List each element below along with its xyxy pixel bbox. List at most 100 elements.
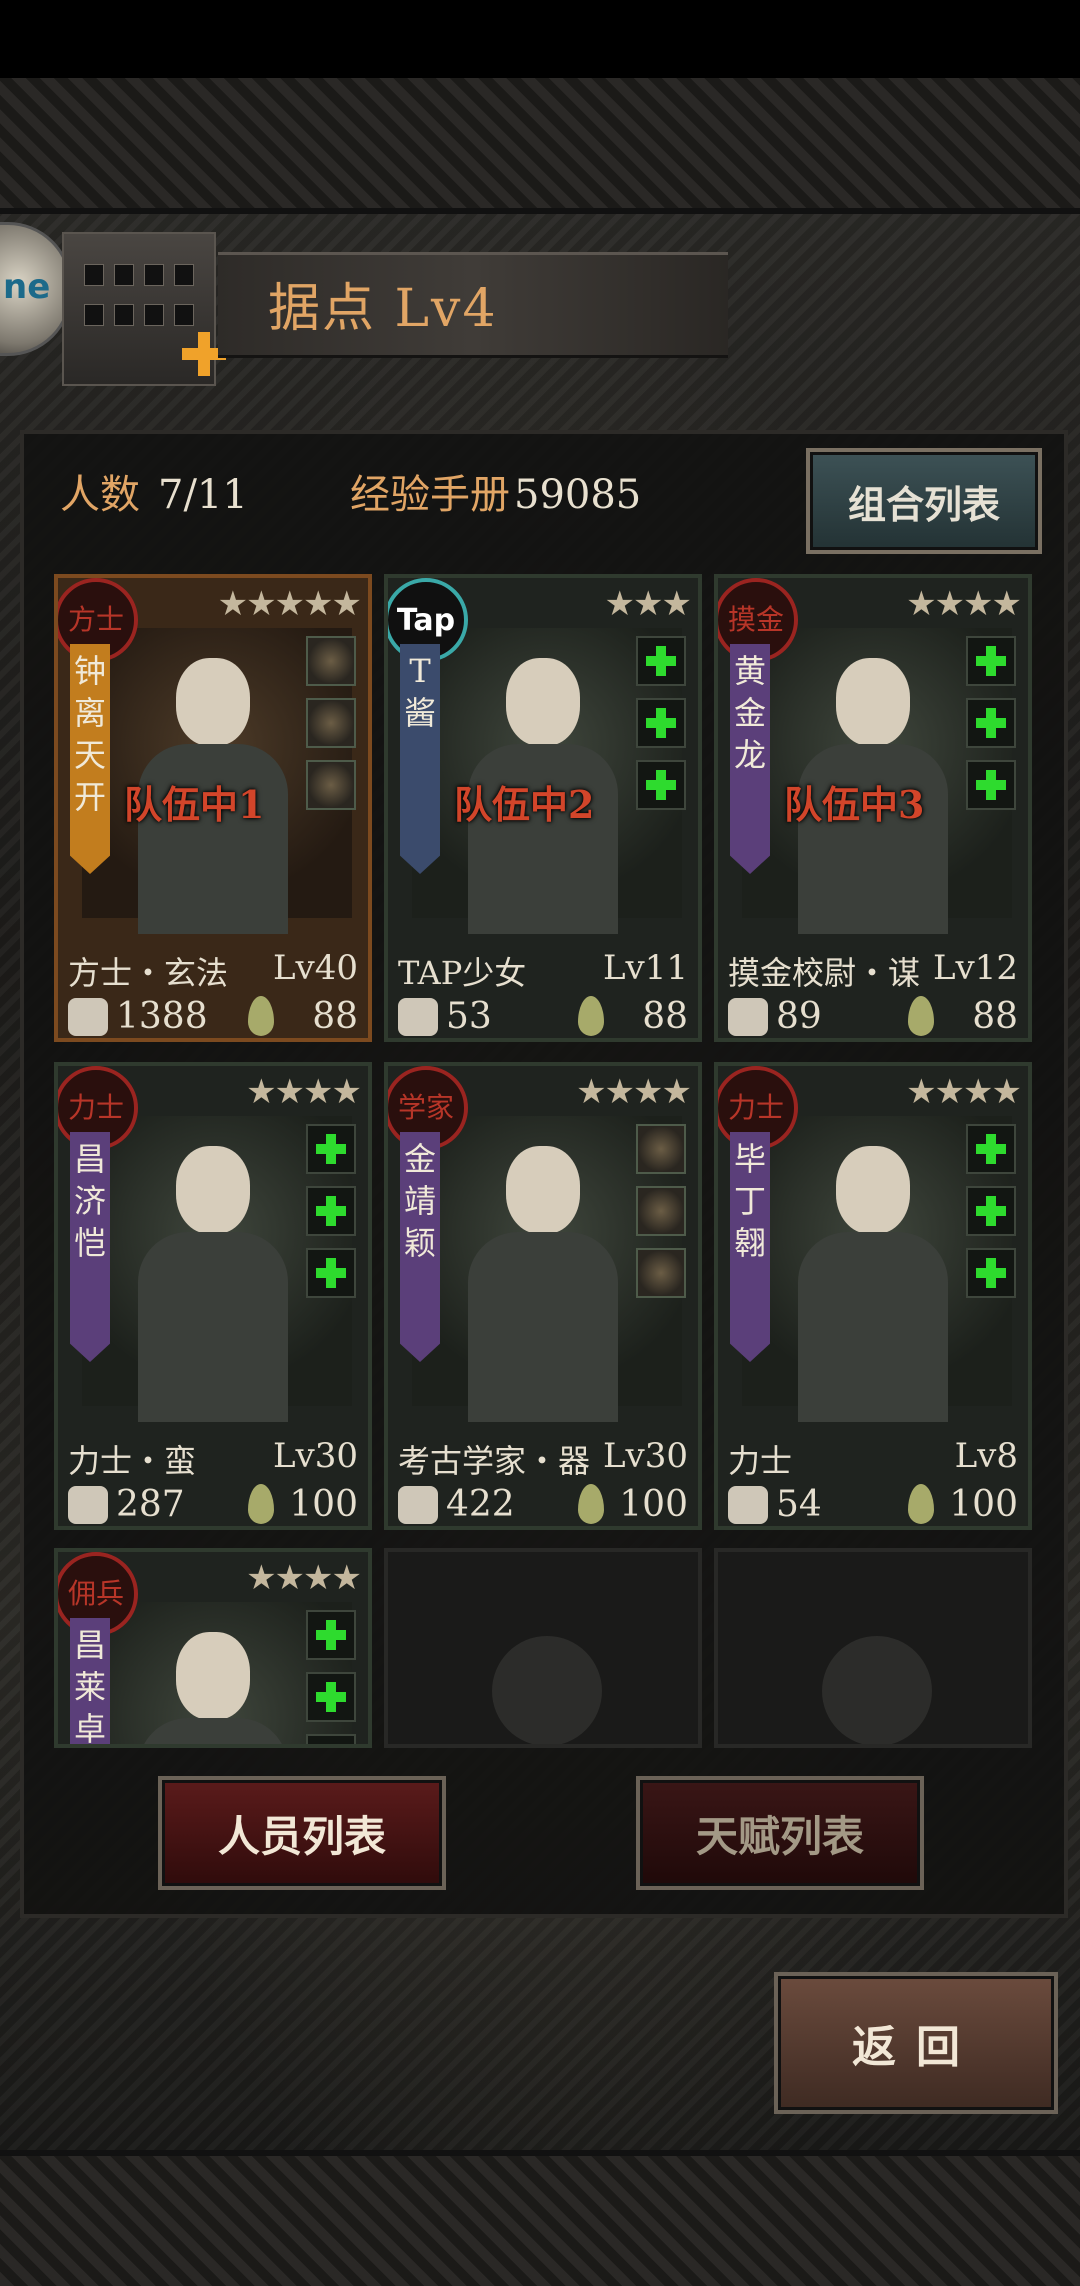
fist-power-icon [398, 998, 438, 1036]
avatar-text: ne [3, 267, 51, 307]
equipment-slots [636, 636, 686, 822]
job-title: 摸金校尉・谋 [728, 954, 921, 992]
bottom-rail-decoration [0, 2150, 1080, 2286]
energy-drop-icon [908, 1484, 934, 1524]
character-card[interactable]: ★★★★ 佣兵 昌莱卓 [54, 1548, 372, 1748]
star-rating: ★★★ [604, 584, 692, 624]
job-title: 方士・玄法 [68, 954, 229, 992]
staff-list-button[interactable]: 人员列表 [158, 1776, 446, 1890]
equipment-item-icon[interactable] [636, 1124, 686, 1174]
empty-slot-card[interactable] [714, 1548, 1032, 1748]
back-button[interactable]: 返回 [774, 1972, 1058, 2114]
fist-power-icon [728, 1486, 768, 1524]
equip-add-icon[interactable] [966, 636, 1016, 686]
fist-power-icon [398, 1486, 438, 1524]
equipment-slots [966, 1124, 1016, 1310]
level-label: Lv40 [272, 948, 358, 988]
fist-power-icon [68, 1486, 108, 1524]
energy-drop-icon [908, 996, 934, 1036]
character-card[interactable]: ★★★★ 摸金 黄金龙 队伍中3 摸金校尉・谋 Lv12 89 88 [714, 574, 1032, 1042]
equip-add-icon[interactable] [306, 1248, 356, 1298]
empty-silhouette-icon [822, 1636, 932, 1744]
team-status-label: 队伍中2 [454, 782, 595, 827]
exp-value: 59085 [514, 472, 642, 518]
equip-add-icon[interactable] [966, 760, 1016, 810]
level-label: Lv11 [602, 948, 688, 988]
top-rail-decoration [0, 78, 1080, 214]
level-label: Lv8 [954, 1436, 1018, 1476]
equip-add-icon[interactable] [306, 1124, 356, 1174]
character-name: T酱 [403, 652, 436, 732]
equip-add-icon[interactable] [636, 636, 686, 686]
job-title: 考古学家・器 [398, 1442, 591, 1480]
equip-add-icon[interactable] [966, 1124, 1016, 1174]
equip-add-icon[interactable] [306, 1672, 356, 1722]
equip-add-icon[interactable] [636, 698, 686, 748]
energy-drop-icon [248, 996, 274, 1036]
equipment-item-icon[interactable] [636, 1248, 686, 1298]
empty-slot-card[interactable] [384, 1548, 702, 1748]
equip-add-icon[interactable] [306, 1734, 356, 1744]
level-label: Lv30 [272, 1436, 358, 1476]
level-label: Lv12 [932, 948, 1018, 988]
equip-add-icon[interactable] [966, 1248, 1016, 1298]
equipment-slots [306, 1124, 356, 1310]
population-info: 人数 7/11 [60, 462, 248, 520]
character-portrait [798, 1136, 948, 1422]
character-name: 毕丁翱 [733, 1140, 766, 1262]
character-name: 黄金龙 [733, 652, 766, 774]
equipment-item-icon[interactable] [636, 1186, 686, 1236]
empty-silhouette-icon [492, 1636, 602, 1744]
character-card[interactable]: ★★★★ 力士 昌济恺 力士・蛮 Lv30 287 100 [54, 1062, 372, 1530]
star-rating: ★★★★ [906, 584, 1022, 624]
character-card[interactable]: ★★★★ 学家 金靖颖 考古学家・器 Lv30 422 100 [384, 1062, 702, 1530]
energy-value: 88 [642, 996, 688, 1037]
energy-value: 88 [312, 996, 358, 1037]
power-value: 53 [446, 996, 492, 1037]
equipment-slots [966, 636, 1016, 822]
power-value: 54 [776, 1484, 822, 1525]
equipment-slots [306, 1610, 356, 1744]
character-name: 钟离天开 [73, 652, 106, 816]
character-portrait [138, 1622, 288, 1744]
character-name: 昌济恺 [73, 1140, 106, 1262]
equipment-slots [636, 1124, 686, 1310]
equip-add-icon[interactable] [306, 1610, 356, 1660]
character-card[interactable]: ★★★ Tap T酱 队伍中2 TAP少女 Lv11 53 88 [384, 574, 702, 1042]
talent-list-button[interactable]: 天赋列表 [636, 1776, 924, 1890]
star-rating: ★★★★ [906, 1072, 1022, 1112]
star-rating: ★★★★ [246, 1558, 362, 1598]
energy-value: 100 [619, 1484, 688, 1525]
equip-add-icon[interactable] [966, 1186, 1016, 1236]
equipment-item-icon[interactable] [306, 698, 356, 748]
energy-drop-icon [578, 1484, 604, 1524]
power-value: 89 [776, 996, 822, 1037]
equipment-item-icon[interactable] [306, 760, 356, 810]
power-value: 287 [116, 1484, 185, 1525]
job-title: 力士 [728, 1442, 793, 1480]
character-card[interactable]: ★★★★★ 方士 钟离天开 队伍中1 方士・玄法 Lv40 1388 88 [54, 574, 372, 1042]
fist-power-icon [68, 998, 108, 1036]
character-portrait [468, 1136, 618, 1422]
equip-add-icon[interactable] [306, 1186, 356, 1236]
page-title: 据点 Lv4 [268, 279, 498, 339]
star-rating: ★★★★★ [217, 584, 362, 624]
equipment-item-icon[interactable] [306, 636, 356, 686]
team-status-label: 队伍中1 [124, 782, 265, 827]
character-card[interactable]: ★★★★ 力士 毕丁翱 力士 Lv8 54 100 [714, 1062, 1032, 1530]
star-rating: ★★★★ [246, 1072, 362, 1112]
energy-value: 100 [289, 1484, 358, 1525]
equip-add-icon[interactable] [966, 698, 1016, 748]
combo-list-button[interactable]: 组合列表 [806, 448, 1042, 554]
energy-drop-icon [248, 1484, 274, 1524]
character-name: 金靖颖 [403, 1140, 436, 1262]
equip-add-icon[interactable] [636, 760, 686, 810]
fist-power-icon [728, 998, 768, 1036]
level-label: Lv30 [602, 1436, 688, 1476]
exp-label: 经验手册 [350, 472, 510, 518]
team-status-label: 队伍中3 [784, 782, 925, 827]
status-bar [0, 0, 1080, 78]
energy-value: 88 [972, 996, 1018, 1037]
energy-value: 100 [949, 1484, 1018, 1525]
equipment-slots [306, 636, 356, 822]
